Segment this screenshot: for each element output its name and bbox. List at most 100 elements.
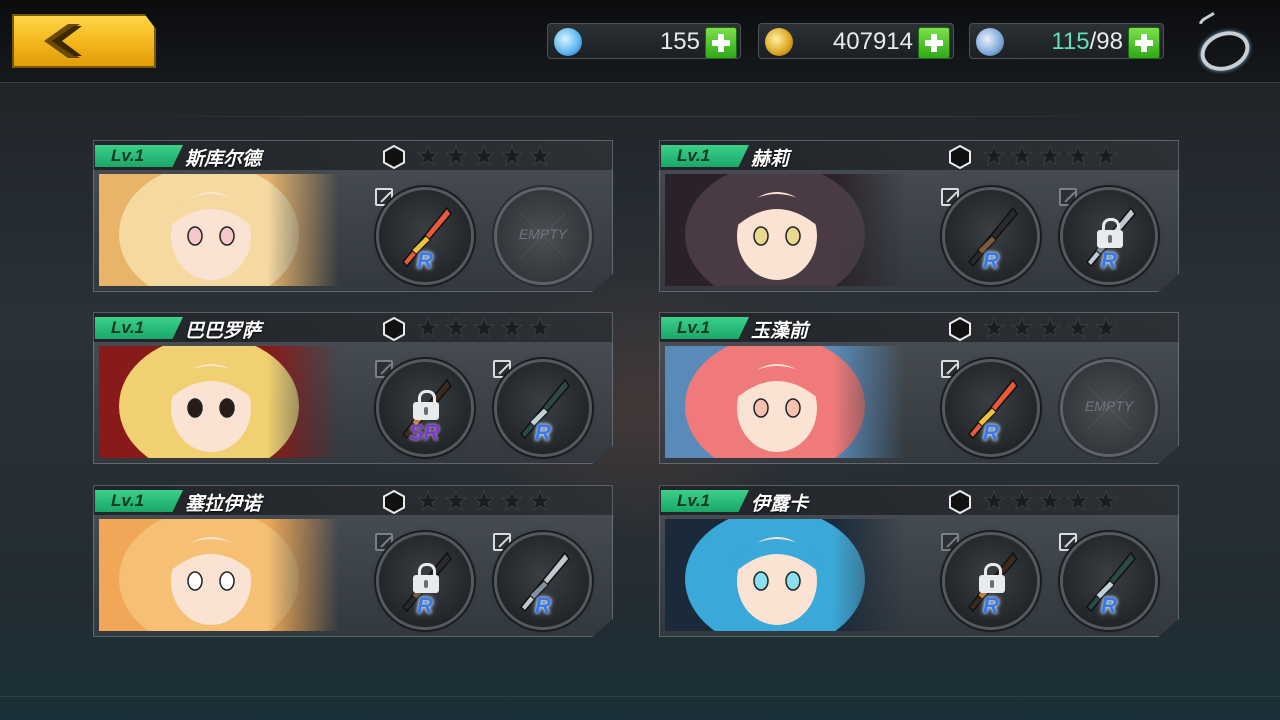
- character-name: 塞拉伊诺: [185, 493, 262, 515]
- portrait-art: [665, 174, 905, 286]
- character-card-3[interactable]: Lv.1 巴巴罗萨 SR R: [93, 312, 613, 464]
- star-rating: [417, 317, 551, 339]
- star-icon: [1039, 490, 1061, 512]
- empty-weapon-slot[interactable]: EMPTY: [1063, 362, 1155, 454]
- empty-label: EMPTY: [1084, 398, 1134, 414]
- character-card-6[interactable]: Lv.1 伊露卡 R R: [659, 485, 1179, 637]
- character-card-1[interactable]: Lv.1 斯库尔德 R EMPTY: [93, 140, 613, 292]
- hexagon-icon: [383, 145, 405, 169]
- weapon-slot[interactable]: R: [945, 535, 1037, 627]
- card-header: Lv.1 玉藻前: [659, 312, 1179, 342]
- back-button[interactable]: [12, 14, 156, 68]
- rarity-label: R: [983, 420, 999, 445]
- weapon-slot[interactable]: R: [945, 190, 1037, 282]
- hexagon-icon: [949, 317, 971, 341]
- add-gems-button[interactable]: [705, 27, 737, 59]
- lock-icon: [1097, 218, 1123, 248]
- star-icon: [983, 317, 1005, 339]
- character-card-5[interactable]: Lv.1 塞拉伊诺 R R: [93, 485, 613, 637]
- stamina-max: /98: [1089, 28, 1123, 55]
- hexagon-icon: [949, 490, 971, 514]
- star-icon: [1011, 145, 1033, 167]
- lock-icon: [979, 563, 1005, 593]
- weapon-slot[interactable]: R: [1063, 190, 1155, 282]
- card-header: Lv.1 斯库尔德: [93, 140, 613, 170]
- rarity-label: R: [417, 593, 433, 618]
- star-icon: [473, 317, 495, 339]
- character-name: 巴巴罗萨: [185, 320, 262, 342]
- character-portrait: [665, 174, 905, 286]
- star-icon: [529, 490, 551, 512]
- weapon-slot[interactable]: R: [379, 190, 471, 282]
- star-icon: [1095, 145, 1117, 167]
- card-header: Lv.1 塞拉伊诺: [93, 485, 613, 515]
- empty-label: EMPTY: [518, 226, 568, 242]
- star-icon: [1067, 490, 1089, 512]
- character-portrait: [665, 519, 905, 631]
- weapon-slot[interactable]: R: [1063, 535, 1155, 627]
- lock-icon: [413, 563, 439, 593]
- star-icon: [417, 145, 439, 167]
- rarity-label: R: [1101, 248, 1117, 273]
- gem-icon: [554, 28, 582, 56]
- add-gold-button[interactable]: [918, 27, 950, 59]
- star-icon: [529, 145, 551, 167]
- star-rating: [983, 145, 1117, 167]
- character-name: 赫莉: [751, 148, 790, 170]
- weapon-slot[interactable]: R: [497, 362, 589, 454]
- star-icon: [417, 317, 439, 339]
- weapon-slot[interactable]: SR: [379, 362, 471, 454]
- star-rating: [983, 490, 1117, 512]
- hexagon-icon: [949, 145, 971, 169]
- star-icon: [473, 490, 495, 512]
- card-header: Lv.1 伊露卡: [659, 485, 1179, 515]
- star-icon: [1095, 317, 1117, 339]
- rarity-label: R: [1101, 593, 1117, 618]
- gold-counter: 407914: [758, 23, 954, 59]
- level-badge: Lv.1: [661, 145, 749, 167]
- character-card-2[interactable]: Lv.1 赫莉 R R: [659, 140, 1179, 292]
- character-portrait: [99, 346, 339, 458]
- star-icon: [1011, 317, 1033, 339]
- star-icon: [983, 145, 1005, 167]
- stamina-value: 115/98: [1051, 28, 1123, 56]
- star-icon: [1095, 490, 1117, 512]
- coin-icon: [765, 28, 793, 56]
- weapon-slot[interactable]: R: [379, 535, 471, 627]
- star-icon: [445, 145, 467, 167]
- character-card-4[interactable]: Lv.1 玉藻前 R EMPTY: [659, 312, 1179, 464]
- portrait-art: [665, 519, 905, 631]
- character-name: 伊露卡: [751, 493, 809, 515]
- character-portrait: [99, 519, 339, 631]
- level-badge: Lv.1: [661, 317, 749, 339]
- empty-weapon-slot[interactable]: EMPTY: [497, 190, 589, 282]
- rarity-label: R: [983, 593, 999, 618]
- star-rating: [983, 317, 1117, 339]
- weapon-slot[interactable]: R: [497, 535, 589, 627]
- rarity-label: R: [535, 593, 551, 618]
- character-name: 玉藻前: [751, 320, 809, 342]
- hexagon-icon: [383, 317, 405, 341]
- star-icon: [501, 490, 523, 512]
- star-icon: [1067, 145, 1089, 167]
- stamina-current: 115: [1051, 28, 1090, 55]
- star-icon: [983, 490, 1005, 512]
- star-icon: [501, 317, 523, 339]
- chevron-left-icon: [44, 24, 82, 58]
- rarity-label: R: [983, 248, 999, 273]
- character-portrait: [665, 346, 905, 458]
- rarity-label: SR: [409, 420, 440, 445]
- level-badge: Lv.1: [95, 490, 183, 512]
- bottom-divider: [0, 696, 1280, 697]
- portrait-art: [665, 346, 905, 458]
- weapon-slot[interactable]: R: [945, 362, 1037, 454]
- level-badge: Lv.1: [95, 145, 183, 167]
- hexagon-icon: [383, 490, 405, 514]
- portrait-art: [99, 174, 339, 286]
- star-rating: [417, 145, 551, 167]
- character-portrait: [99, 174, 339, 286]
- character-name: 斯库尔德: [185, 148, 262, 170]
- add-stamina-button[interactable]: [1128, 27, 1160, 59]
- card-header: Lv.1 巴巴罗萨: [93, 312, 613, 342]
- settings-button[interactable]: [1194, 11, 1255, 78]
